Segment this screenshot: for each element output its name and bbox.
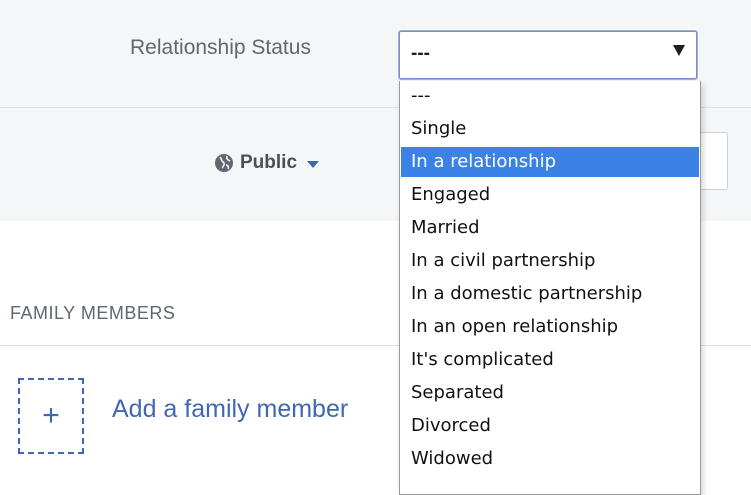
- option-civil-partnership[interactable]: In a civil partnership: [401, 246, 699, 276]
- option-in-a-relationship[interactable]: In a relationship: [401, 147, 699, 177]
- option-engaged[interactable]: Engaged: [401, 180, 699, 210]
- globe-icon: [215, 154, 233, 172]
- partner-input[interactable]: [700, 132, 728, 190]
- option-single[interactable]: Single: [401, 114, 699, 144]
- relationship-options-list[interactable]: --- Single In a relationship Engaged Mar…: [399, 81, 701, 495]
- option-none[interactable]: ---: [401, 81, 699, 111]
- option-divorced[interactable]: Divorced: [401, 411, 699, 441]
- relationship-status-select[interactable]: ---: [398, 30, 698, 80]
- privacy-label: Public: [240, 152, 298, 173]
- option-complicated[interactable]: It's complicated: [401, 345, 699, 375]
- add-family-member-link[interactable]: Add a family member: [112, 395, 348, 424]
- option-widowed[interactable]: Widowed: [401, 444, 699, 474]
- privacy-selector[interactable]: Public: [214, 150, 320, 176]
- option-domestic-partnership[interactable]: In a domestic partnership: [401, 279, 699, 309]
- caret-down-icon: [307, 160, 320, 168]
- option-married[interactable]: Married: [401, 213, 699, 243]
- option-open-relationship[interactable]: In an open relationship: [401, 312, 699, 342]
- option-separated[interactable]: Separated: [401, 378, 699, 408]
- plus-icon[interactable]: +: [18, 398, 84, 434]
- dropdown-arrow-icon: [673, 45, 685, 56]
- family-members-heading: FAMILY MEMBERS: [10, 303, 176, 323]
- select-current-value: ---: [411, 43, 430, 64]
- relationship-status-label: Relationship Status: [130, 36, 311, 59]
